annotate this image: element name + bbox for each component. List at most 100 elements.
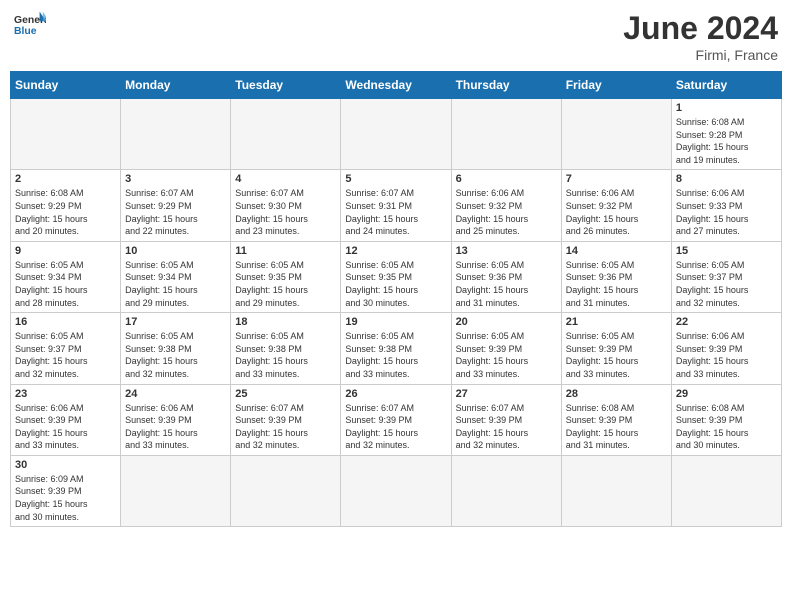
header-wednesday: Wednesday — [341, 72, 451, 99]
day-number: 6 — [456, 173, 557, 185]
day-info: Sunrise: 6:05 AMSunset: 9:35 PMDaylight:… — [235, 259, 336, 309]
generalblue-logo-icon: General Blue — [14, 10, 46, 38]
table-row: 14Sunrise: 6:05 AMSunset: 9:36 PMDayligh… — [561, 241, 671, 312]
day-number: 1 — [676, 102, 777, 114]
table-row: 23Sunrise: 6:06 AMSunset: 9:39 PMDayligh… — [11, 384, 121, 455]
day-number: 16 — [15, 316, 116, 328]
day-number: 2 — [15, 173, 116, 185]
day-number: 9 — [15, 245, 116, 257]
day-info: Sunrise: 6:05 AMSunset: 9:34 PMDaylight:… — [15, 259, 116, 309]
title-block: June 2024 Firmi, France — [623, 10, 778, 63]
table-row: 11 Sunrise: 6:05 AMSunset: 9:35 PMDayligh… — [231, 241, 341, 312]
day-info: Sunrise: 6:06 AMSunset: 9:39 PMDaylight:… — [125, 402, 226, 452]
day-number: 22 — [676, 316, 777, 328]
day-number: 8 — [676, 173, 777, 185]
day-number: 15 — [676, 245, 777, 257]
table-row: 21Sunrise: 6:05 AMSunset: 9:39 PMDayligh… — [561, 313, 671, 384]
table-row: 4 Sunrise: 6:07 AMSunset: 9:30 PMDaylight… — [231, 170, 341, 241]
day-number: 23 — [15, 388, 116, 400]
table-row: 7 Sunrise: 6:06 AMSunset: 9:32 PMDaylight… — [561, 170, 671, 241]
day-info: Sunrise: 6:06 AMSunset: 9:32 PMDaylight:… — [566, 187, 667, 237]
day-info: Sunrise: 6:05 AMSunset: 9:36 PMDaylight:… — [456, 259, 557, 309]
day-info: Sunrise: 6:05 AMSunset: 9:35 PMDaylight:… — [345, 259, 446, 309]
day-number: 28 — [566, 388, 667, 400]
day-number: 13 — [456, 245, 557, 257]
table-row: 1 Sunrise: 6:08 AMSunset: 9:28 PMDaylight… — [671, 99, 781, 170]
day-number: 29 — [676, 388, 777, 400]
day-info: Sunrise: 6:05 AMSunset: 9:38 PMDaylight:… — [345, 330, 446, 380]
table-row — [231, 455, 341, 526]
table-row: 28Sunrise: 6:08 AMSunset: 9:39 PMDayligh… — [561, 384, 671, 455]
day-number: 12 — [345, 245, 446, 257]
day-number: 18 — [235, 316, 336, 328]
week-row: 16 Sunrise: 6:05 AMSunset: 9:37 PMDayligh… — [11, 313, 782, 384]
table-row: 25 Sunrise: 6:07 AMSunset: 9:39 PMDayligh… — [231, 384, 341, 455]
table-row: 8 Sunrise: 6:06 AMSunset: 9:33 PMDaylight… — [671, 170, 781, 241]
day-number: 11 — [235, 245, 336, 257]
table-row: 15 Sunrise: 6:05 AMSunset: 9:37 PMDayligh… — [671, 241, 781, 312]
table-row — [11, 99, 121, 170]
week-row: 1 Sunrise: 6:08 AMSunset: 9:28 PMDaylight… — [11, 99, 782, 170]
day-info: Sunrise: 6:08 AMSunset: 9:28 PMDaylight:… — [676, 116, 777, 166]
day-number: 24 — [125, 388, 226, 400]
day-info: Sunrise: 6:06 AMSunset: 9:33 PMDaylight:… — [676, 187, 777, 237]
day-number: 17 — [125, 316, 226, 328]
day-number: 27 — [456, 388, 557, 400]
table-row: 13 Sunrise: 6:05 AMSunset: 9:36 PMDayligh… — [451, 241, 561, 312]
day-number: 26 — [345, 388, 446, 400]
day-info: Sunrise: 6:05 AMSunset: 9:38 PMDaylight:… — [125, 330, 226, 380]
table-row: 16 Sunrise: 6:05 AMSunset: 9:37 PMDayligh… — [11, 313, 121, 384]
table-row — [231, 99, 341, 170]
table-row: 3Sunrise: 6:07 AMSunset: 9:29 PMDaylight… — [121, 170, 231, 241]
week-row: 2Sunrise: 6:08 AMSunset: 9:29 PMDaylight… — [11, 170, 782, 241]
table-row: 12 Sunrise: 6:05 AMSunset: 9:35 PMDayligh… — [341, 241, 451, 312]
day-info: Sunrise: 6:05 AMSunset: 9:37 PMDaylight:… — [15, 330, 116, 380]
day-info: Sunrise: 6:09 AMSunset: 9:39 PMDaylight:… — [15, 473, 116, 523]
header-saturday: Saturday — [671, 72, 781, 99]
table-row: 18 Sunrise: 6:05 AMSunset: 9:38 PMDayligh… — [231, 313, 341, 384]
table-row: 24 Sunrise: 6:06 AMSunset: 9:39 PMDayligh… — [121, 384, 231, 455]
table-row: 10Sunrise: 6:05 AMSunset: 9:34 PMDayligh… — [121, 241, 231, 312]
day-info: Sunrise: 6:06 AMSunset: 9:39 PMDaylight:… — [676, 330, 777, 380]
table-row: 6 Sunrise: 6:06 AMSunset: 9:32 PMDaylight… — [451, 170, 561, 241]
table-row: 17 Sunrise: 6:05 AMSunset: 9:38 PMDayligh… — [121, 313, 231, 384]
table-row — [671, 455, 781, 526]
table-row — [561, 99, 671, 170]
table-row: 9 Sunrise: 6:05 AMSunset: 9:34 PMDaylight… — [11, 241, 121, 312]
day-number: 7 — [566, 173, 667, 185]
day-number: 4 — [235, 173, 336, 185]
logo: General Blue — [14, 10, 46, 38]
day-number: 14 — [566, 245, 667, 257]
day-info: Sunrise: 6:07 AMSunset: 9:31 PMDaylight:… — [345, 187, 446, 237]
day-info: Sunrise: 6:08 AMSunset: 9:39 PMDaylight:… — [676, 402, 777, 452]
page-header: General Blue June 2024 Firmi, France — [10, 10, 782, 63]
header-friday: Friday — [561, 72, 671, 99]
day-info: Sunrise: 6:07 AMSunset: 9:39 PMDaylight:… — [456, 402, 557, 452]
header-thursday: Thursday — [451, 72, 561, 99]
day-info: Sunrise: 6:07 AMSunset: 9:30 PMDaylight:… — [235, 187, 336, 237]
day-info: Sunrise: 6:05 AMSunset: 9:37 PMDaylight:… — [676, 259, 777, 309]
day-info: Sunrise: 6:07 AMSunset: 9:39 PMDaylight:… — [235, 402, 336, 452]
day-info: Sunrise: 6:06 AMSunset: 9:32 PMDaylight:… — [456, 187, 557, 237]
calendar-table: Sunday Monday Tuesday Wednesday Thursday… — [10, 71, 782, 527]
day-number: 30 — [15, 459, 116, 471]
table-row: 27 Sunrise: 6:07 AMSunset: 9:39 PMDayligh… — [451, 384, 561, 455]
day-number: 25 — [235, 388, 336, 400]
table-row — [341, 455, 451, 526]
svg-text:Blue: Blue — [14, 26, 37, 37]
day-info: Sunrise: 6:05 AMSunset: 9:38 PMDaylight:… — [235, 330, 336, 380]
table-row: 2Sunrise: 6:08 AMSunset: 9:29 PMDaylight… — [11, 170, 121, 241]
day-number: 5 — [345, 173, 446, 185]
table-row — [451, 455, 561, 526]
table-row: 5 Sunrise: 6:07 AMSunset: 9:31 PMDaylight… — [341, 170, 451, 241]
weekday-header-row: Sunday Monday Tuesday Wednesday Thursday… — [11, 72, 782, 99]
day-info: Sunrise: 6:05 AMSunset: 9:39 PMDaylight:… — [566, 330, 667, 380]
table-row — [561, 455, 671, 526]
table-row: 29 Sunrise: 6:08 AMSunset: 9:39 PMDayligh… — [671, 384, 781, 455]
table-row: 19Sunrise: 6:05 AMSunset: 9:38 PMDayligh… — [341, 313, 451, 384]
day-number: 10 — [125, 245, 226, 257]
header-tuesday: Tuesday — [231, 72, 341, 99]
week-row: 23 Sunrise: 6:06 AMSunset: 9:39 PMDayligh… — [11, 384, 782, 455]
table-row — [451, 99, 561, 170]
table-row — [121, 99, 231, 170]
